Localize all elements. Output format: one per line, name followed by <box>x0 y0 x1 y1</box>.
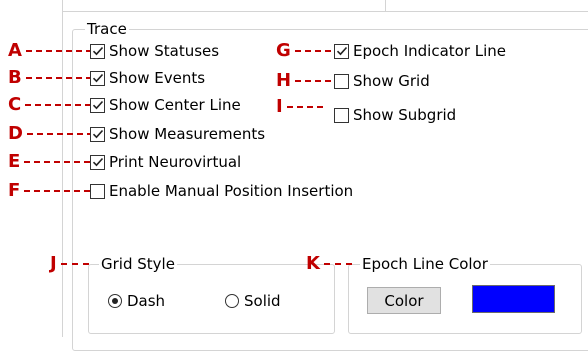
checkbox-label: Enable Manual Position Insertion <box>109 182 354 200</box>
callout-letter: B <box>8 67 22 88</box>
checkmark-icon <box>92 73 103 83</box>
radio-circle[interactable] <box>108 294 122 308</box>
grid-style-groupbox-title: Grid Style <box>99 255 177 273</box>
callout-dash <box>323 263 352 265</box>
epoch-line-color-groupbox-title: Epoch Line Color <box>360 255 490 273</box>
checkbox-box[interactable] <box>334 43 349 59</box>
callout-letter: I <box>276 96 283 117</box>
callout-letter: C <box>8 94 22 115</box>
grid-style-dash-radio[interactable]: Dash <box>108 291 165 311</box>
callout-letter: A <box>8 40 22 61</box>
epoch-indicator-line-checkbox[interactable]: Epoch Indicator Line <box>334 41 506 61</box>
checkbox-box[interactable] <box>90 97 105 113</box>
callout-dash <box>25 77 92 79</box>
checkbox-label: Show Measurements <box>109 125 266 143</box>
show-events-checkbox[interactable]: Show Events <box>90 68 205 88</box>
callout-b: B <box>8 68 92 88</box>
checkmark-icon <box>336 46 347 56</box>
callout-d: D <box>8 124 93 144</box>
print-neurovirtual-checkbox[interactable]: Print Neurovirtual <box>90 152 241 172</box>
checkbox-box[interactable] <box>90 70 105 86</box>
checkbox-box[interactable] <box>90 154 105 170</box>
callout-f: F <box>8 180 91 201</box>
radio-label: Dash <box>127 292 166 310</box>
callout-dash <box>295 80 332 82</box>
checkbox-label: Show Grid <box>353 72 430 90</box>
trace-groupbox-title: Trace <box>85 20 129 38</box>
checkbox-box[interactable] <box>90 126 105 142</box>
frame-line-top <box>62 11 588 12</box>
epoch-line-color-swatch[interactable] <box>472 285 555 313</box>
callout-dash <box>26 133 93 135</box>
enable-manual-position-insertion-checkbox[interactable]: Enable Manual Position Insertion <box>90 181 353 201</box>
checkbox-label: Print Neurovirtual <box>109 153 242 171</box>
callout-letter: F <box>8 180 21 201</box>
callout-letter: E <box>8 151 21 172</box>
checkbox-box[interactable] <box>90 183 105 199</box>
callout-h: H <box>276 70 332 91</box>
grid-style-solid-radio[interactable]: Solid <box>225 291 281 311</box>
radio-selected-dot <box>112 298 118 304</box>
checkmark-icon <box>92 100 103 110</box>
callout-letter: G <box>276 40 291 61</box>
checkmark-icon <box>92 129 103 139</box>
callout-dash <box>286 106 323 108</box>
callout-letter: H <box>276 70 292 91</box>
callout-i: I <box>276 97 323 117</box>
callout-g: G <box>276 41 331 61</box>
callout-e: E <box>8 151 91 172</box>
callout-dash <box>25 104 92 106</box>
radio-label: Solid <box>244 292 281 310</box>
callout-k: K <box>306 254 352 274</box>
callout-dash <box>25 50 92 52</box>
callout-c: C <box>8 94 92 115</box>
show-statuses-checkbox[interactable]: Show Statuses <box>90 41 219 61</box>
color-button[interactable]: Color <box>367 287 441 314</box>
radio-circle[interactable] <box>225 294 239 308</box>
callout-letter: K <box>306 253 320 274</box>
checkbox-label: Epoch Indicator Line <box>353 42 507 60</box>
checkbox-label: Show Statuses <box>109 42 220 60</box>
show-measurements-checkbox[interactable]: Show Measurements <box>90 124 265 144</box>
checkbox-label: Show Events <box>109 69 206 87</box>
checkbox-box[interactable] <box>334 107 349 123</box>
callout-j: J <box>50 254 89 274</box>
callout-letter: J <box>50 253 57 274</box>
show-grid-checkbox[interactable]: Show Grid <box>334 71 430 91</box>
checkmark-icon <box>92 46 103 56</box>
callout-dash <box>24 161 91 163</box>
show-subgrid-checkbox[interactable]: Show Subgrid <box>334 105 456 125</box>
show-center-line-checkbox[interactable]: Show Center Line <box>90 95 241 115</box>
callout-dash <box>24 190 91 192</box>
checkbox-box[interactable] <box>334 73 349 89</box>
callout-dash <box>294 50 331 52</box>
callout-dash <box>60 263 89 265</box>
checkbox-label: Show Center Line <box>109 96 241 114</box>
checkmark-icon <box>92 157 103 167</box>
checkbox-label: Show Subgrid <box>353 106 457 124</box>
callout-a: A <box>8 41 92 61</box>
checkbox-box[interactable] <box>90 43 105 59</box>
callout-letter: D <box>8 123 23 144</box>
